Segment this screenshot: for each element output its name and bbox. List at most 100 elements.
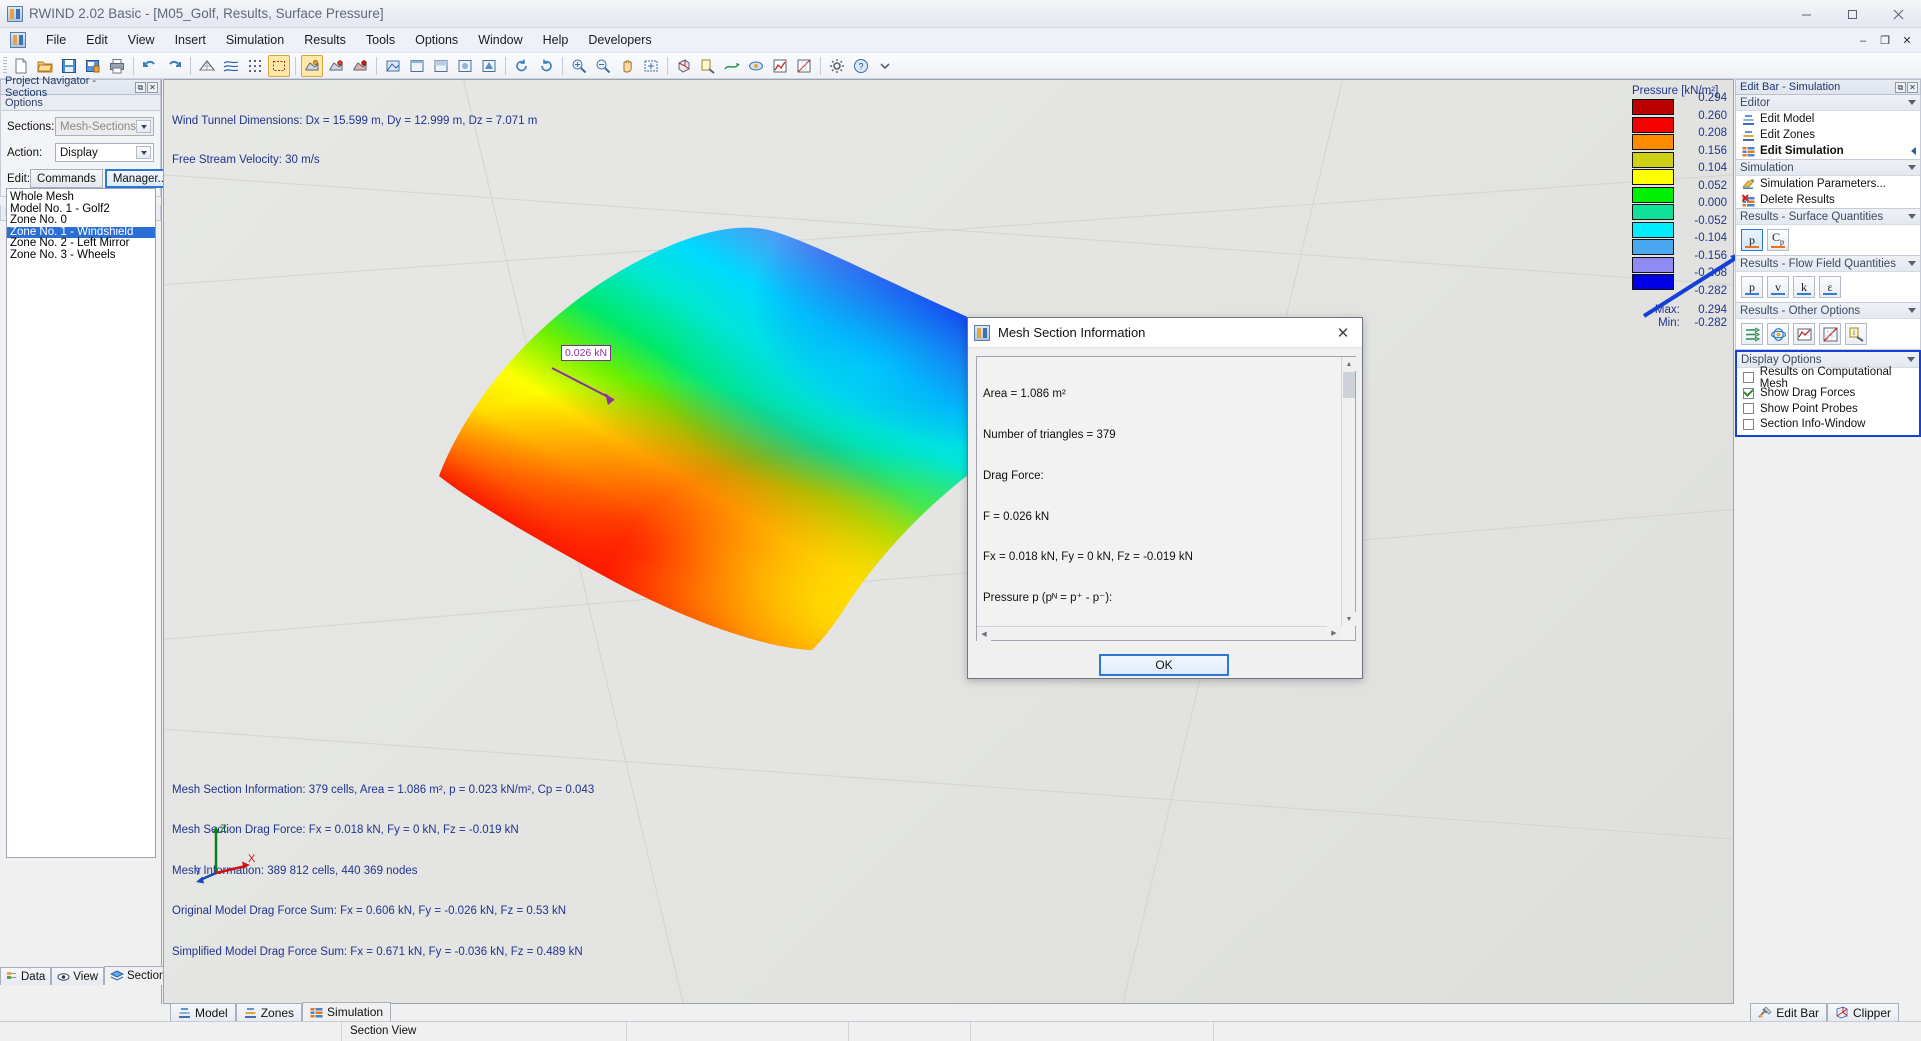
save-as-icon[interactable]	[82, 55, 104, 77]
dialog-text-area[interactable]: Area = 1.086 m² Number of triangles = 37…	[976, 356, 1356, 641]
chevron-down-icon[interactable]	[1907, 357, 1915, 362]
model-view-icon[interactable]	[301, 54, 323, 77]
scroll-down-icon[interactable]: ▼	[1342, 612, 1356, 626]
fit-view-icon[interactable]	[640, 55, 662, 77]
menu-options[interactable]: Options	[405, 29, 468, 51]
tab-zones[interactable]: Zones	[235, 1003, 303, 1021]
settings-icon[interactable]	[826, 55, 848, 77]
close-button[interactable]	[1875, 0, 1921, 28]
zoom-in-icon[interactable]	[568, 55, 590, 77]
isosurface-button[interactable]	[1767, 323, 1789, 345]
mesh-icon[interactable]	[196, 55, 218, 77]
tab-clipper[interactable]: Clipper	[1826, 1003, 1899, 1021]
diagram-button[interactable]	[1819, 323, 1841, 345]
mdi-minimize-button[interactable]: –	[1853, 32, 1873, 50]
menu-window[interactable]: Window	[468, 29, 532, 51]
menu-insert[interactable]: Insert	[165, 29, 216, 51]
flow-field-header[interactable]: Results - Flow Field Quantities	[1736, 256, 1920, 272]
list-item[interactable]: Whole Mesh	[7, 191, 155, 204]
redo-icon[interactable]	[163, 55, 185, 77]
zoom-out-icon[interactable]	[592, 55, 614, 77]
clipper-icon[interactable]	[673, 55, 695, 77]
tab-model[interactable]: Model	[170, 1003, 236, 1021]
commands-button[interactable]: Commands	[30, 169, 103, 188]
action-combo[interactable]: Display	[55, 143, 154, 162]
checkbox-icon[interactable]	[1743, 372, 1754, 384]
mesh-section-information-dialog[interactable]: Mesh Section Information ✕ Area = 1.086 …	[967, 317, 1363, 679]
chevron-down-icon[interactable]	[1908, 308, 1916, 313]
menu-help[interactable]: Help	[533, 29, 579, 51]
print-icon[interactable]	[106, 55, 128, 77]
undo-icon[interactable]	[139, 55, 161, 77]
dialog-ok-button[interactable]: OK	[1099, 654, 1229, 676]
probe-icon[interactable]	[697, 55, 719, 77]
list-item[interactable]: Zone No. 2 - Left Mirror	[7, 237, 155, 250]
mesh-sections-list[interactable]: Whole Mesh Model No. 1 - Golf2 Zone No. …	[6, 188, 156, 858]
flow-velocity-button[interactable]: v	[1767, 276, 1789, 298]
checkbox-results-on-computational-mesh[interactable]: Results on Computational Mesh	[1737, 366, 1919, 390]
view-side-icon[interactable]	[454, 55, 476, 77]
zones-view-icon[interactable]	[325, 55, 347, 77]
editor-group-header[interactable]: Editor	[1736, 95, 1920, 111]
menu-file[interactable]: File	[36, 29, 76, 51]
checkbox-section-info-window[interactable]: Section Info-Window	[1737, 417, 1919, 433]
mdi-restore-button[interactable]: ❐	[1875, 32, 1895, 50]
chevron-down-icon[interactable]	[1908, 165, 1916, 170]
checkbox-icon[interactable]	[1743, 403, 1754, 415]
edit-zones-item[interactable]: Edit Zones	[1736, 127, 1920, 143]
tab-edit-bar[interactable]: Edit Bar	[1750, 1003, 1827, 1021]
simulation-group-header[interactable]: Simulation	[1736, 160, 1920, 176]
render-icon[interactable]	[382, 55, 404, 77]
chevron-down-icon[interactable]	[136, 120, 151, 133]
scroll-thumb-vertical[interactable]	[1343, 372, 1355, 398]
chevron-down-icon[interactable]	[136, 146, 151, 159]
flow-icon[interactable]	[220, 55, 242, 77]
scroll-right-icon[interactable]: ▶	[1327, 626, 1341, 640]
toolbar-grip[interactable]	[3, 56, 7, 75]
isosurface-icon[interactable]	[745, 55, 767, 77]
rotate-left-icon[interactable]	[511, 55, 533, 77]
minimize-button[interactable]	[1783, 0, 1829, 28]
scroll-left-icon[interactable]: ◀	[977, 627, 991, 641]
scroll-up-icon[interactable]: ▲	[1342, 357, 1356, 371]
edit-simulation-item[interactable]: Edit Simulation	[1736, 143, 1920, 159]
flow-k-button[interactable]: k	[1793, 276, 1815, 298]
view-front-icon[interactable]	[406, 55, 428, 77]
menu-simulation[interactable]: Simulation	[216, 29, 294, 51]
edit-bar-pin-button[interactable]: ⧉	[1895, 81, 1906, 93]
diagram-icon[interactable]	[793, 55, 815, 77]
maximize-button[interactable]	[1829, 0, 1875, 28]
delete-results-item[interactable]: Delete Results	[1736, 192, 1920, 208]
save-icon[interactable]	[58, 55, 80, 77]
3d-viewport[interactable]: 0.026 kN Wind Tunnel Dimensions: Dx = 15…	[163, 79, 1734, 1004]
view-iso-icon[interactable]	[478, 55, 500, 77]
list-item[interactable]: Zone No. 0	[7, 214, 155, 227]
chart-icon[interactable]	[769, 55, 791, 77]
surface-cp-button[interactable]: Cp	[1767, 229, 1789, 251]
pan-icon[interactable]	[616, 55, 638, 77]
dialog-close-icon[interactable]: ✕	[1330, 320, 1356, 346]
streamlines-button[interactable]	[1741, 323, 1763, 345]
checkbox-checked-icon[interactable]	[1743, 387, 1754, 399]
chevron-down-icon[interactable]	[1908, 100, 1916, 105]
simulation-view-icon[interactable]	[349, 55, 371, 77]
info-probe-button[interactable]: i	[1845, 323, 1867, 345]
open-icon[interactable]	[34, 55, 56, 77]
streamline-icon[interactable]	[721, 55, 743, 77]
surface-quantities-header[interactable]: Results - Surface Quantities	[1736, 209, 1920, 225]
surface-pressure-button[interactable]: p	[1741, 229, 1763, 251]
select-region-icon[interactable]	[268, 54, 290, 77]
new-icon[interactable]	[10, 55, 32, 77]
tab-simulation[interactable]: Simulation	[302, 1002, 392, 1021]
rotate-right-icon[interactable]	[535, 55, 557, 77]
menu-developers[interactable]: Developers	[578, 29, 661, 51]
dropdown-more-icon[interactable]	[874, 55, 896, 77]
tab-view[interactable]: View	[51, 967, 105, 985]
dialog-vertical-scrollbar[interactable]: ▲ ▼	[1341, 357, 1356, 626]
flow-pressure-button[interactable]: p	[1741, 276, 1763, 298]
edit-model-item[interactable]: Edit Model	[1736, 111, 1920, 127]
simulation-parameters-item[interactable]: Simulation Parameters...	[1736, 176, 1920, 192]
list-item[interactable]: Zone No. 3 - Wheels	[7, 249, 155, 262]
panel-close-button[interactable]: ✕	[147, 81, 158, 93]
panel-pin-button[interactable]: ⧉	[135, 81, 146, 93]
